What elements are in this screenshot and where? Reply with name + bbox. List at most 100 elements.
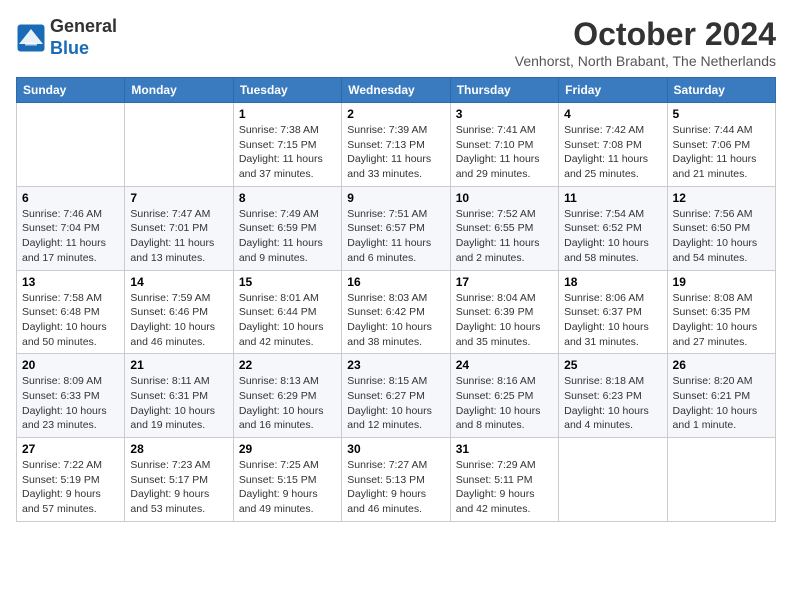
day-number: 13	[22, 275, 119, 289]
day-number: 23	[347, 358, 444, 372]
day-number: 5	[673, 107, 770, 121]
calendar-cell: 19 Sunrise: 8:08 AM Sunset: 6:35 PM Dayli…	[667, 270, 775, 354]
calendar-cell: 31 Sunrise: 7:29 AM Sunset: 5:11 PM Dayli…	[450, 438, 558, 522]
day-info: Sunrise: 7:23 AM Sunset: 5:17 PM Dayligh…	[130, 458, 227, 517]
day-number: 12	[673, 191, 770, 205]
title-block: October 2024 Venhorst, North Brabant, Th…	[515, 16, 776, 69]
day-info: Sunrise: 7:39 AM Sunset: 7:13 PM Dayligh…	[347, 123, 444, 182]
day-info: Sunrise: 7:41 AM Sunset: 7:10 PM Dayligh…	[456, 123, 553, 182]
day-info: Sunrise: 7:59 AM Sunset: 6:46 PM Dayligh…	[130, 291, 227, 350]
day-number: 19	[673, 275, 770, 289]
calendar-cell	[667, 438, 775, 522]
day-info: Sunrise: 8:20 AM Sunset: 6:21 PM Dayligh…	[673, 374, 770, 433]
day-info: Sunrise: 8:06 AM Sunset: 6:37 PM Dayligh…	[564, 291, 661, 350]
day-number: 17	[456, 275, 553, 289]
day-number: 2	[347, 107, 444, 121]
day-info: Sunrise: 8:03 AM Sunset: 6:42 PM Dayligh…	[347, 291, 444, 350]
day-number: 1	[239, 107, 336, 121]
weekday-label: Sunday	[17, 78, 125, 103]
day-info: Sunrise: 7:49 AM Sunset: 6:59 PM Dayligh…	[239, 207, 336, 266]
day-number: 18	[564, 275, 661, 289]
calendar-cell: 5 Sunrise: 7:44 AM Sunset: 7:06 PM Daylig…	[667, 103, 775, 187]
calendar-week-row: 27 Sunrise: 7:22 AM Sunset: 5:19 PM Dayli…	[17, 438, 776, 522]
day-info: Sunrise: 8:01 AM Sunset: 6:44 PM Dayligh…	[239, 291, 336, 350]
day-info: Sunrise: 7:42 AM Sunset: 7:08 PM Dayligh…	[564, 123, 661, 182]
calendar-cell: 1 Sunrise: 7:38 AM Sunset: 7:15 PM Daylig…	[233, 103, 341, 187]
calendar-body: 1 Sunrise: 7:38 AM Sunset: 7:15 PM Daylig…	[17, 103, 776, 522]
day-info: Sunrise: 7:58 AM Sunset: 6:48 PM Dayligh…	[22, 291, 119, 350]
day-info: Sunrise: 7:27 AM Sunset: 5:13 PM Dayligh…	[347, 458, 444, 517]
calendar-cell: 24Sunrise: 8:16 AM Sunset: 6:25 PM Dayli…	[450, 354, 558, 438]
calendar-cell: 11Sunrise: 7:54 AM Sunset: 6:52 PM Dayli…	[559, 186, 667, 270]
day-number: 8	[239, 191, 336, 205]
day-number: 28	[130, 442, 227, 456]
calendar-cell: 17 Sunrise: 8:04 AM Sunset: 6:39 PM Dayli…	[450, 270, 558, 354]
calendar-cell: 27 Sunrise: 7:22 AM Sunset: 5:19 PM Dayli…	[17, 438, 125, 522]
calendar-cell: 22Sunrise: 8:13 AM Sunset: 6:29 PM Dayli…	[233, 354, 341, 438]
logo-text: General Blue	[50, 16, 117, 59]
day-info: Sunrise: 7:44 AM Sunset: 7:06 PM Dayligh…	[673, 123, 770, 182]
day-info: Sunrise: 7:47 AM Sunset: 7:01 PM Dayligh…	[130, 207, 227, 266]
weekday-label: Tuesday	[233, 78, 341, 103]
calendar-cell: 23Sunrise: 8:15 AM Sunset: 6:27 PM Dayli…	[342, 354, 450, 438]
weekday-label: Wednesday	[342, 78, 450, 103]
calendar-week-row: 6Sunrise: 7:46 AM Sunset: 7:04 PM Daylig…	[17, 186, 776, 270]
subtitle: Venhorst, North Brabant, The Netherlands	[515, 53, 776, 69]
day-number: 30	[347, 442, 444, 456]
calendar-week-row: 20Sunrise: 8:09 AM Sunset: 6:33 PM Dayli…	[17, 354, 776, 438]
day-info: Sunrise: 7:22 AM Sunset: 5:19 PM Dayligh…	[22, 458, 119, 517]
day-info: Sunrise: 7:46 AM Sunset: 7:04 PM Dayligh…	[22, 207, 119, 266]
calendar-cell: 9 Sunrise: 7:51 AM Sunset: 6:57 PM Daylig…	[342, 186, 450, 270]
weekday-label: Friday	[559, 78, 667, 103]
calendar-cell: 20Sunrise: 8:09 AM Sunset: 6:33 PM Dayli…	[17, 354, 125, 438]
day-number: 31	[456, 442, 553, 456]
calendar-cell: 25 Sunrise: 8:18 AM Sunset: 6:23 PM Dayli…	[559, 354, 667, 438]
weekday-label: Thursday	[450, 78, 558, 103]
day-info: Sunrise: 7:38 AM Sunset: 7:15 PM Dayligh…	[239, 123, 336, 182]
day-number: 9	[347, 191, 444, 205]
day-number: 21	[130, 358, 227, 372]
day-number: 24	[456, 358, 553, 372]
month-title: October 2024	[515, 16, 776, 53]
day-info: Sunrise: 8:04 AM Sunset: 6:39 PM Dayligh…	[456, 291, 553, 350]
day-info: Sunrise: 8:18 AM Sunset: 6:23 PM Dayligh…	[564, 374, 661, 433]
calendar-cell: 15 Sunrise: 8:01 AM Sunset: 6:44 PM Dayli…	[233, 270, 341, 354]
day-number: 7	[130, 191, 227, 205]
day-info: Sunrise: 8:13 AM Sunset: 6:29 PM Dayligh…	[239, 374, 336, 433]
day-info: Sunrise: 7:25 AM Sunset: 5:15 PM Dayligh…	[239, 458, 336, 517]
calendar-cell: 8 Sunrise: 7:49 AM Sunset: 6:59 PM Daylig…	[233, 186, 341, 270]
calendar-cell: 10Sunrise: 7:52 AM Sunset: 6:55 PM Dayli…	[450, 186, 558, 270]
day-number: 27	[22, 442, 119, 456]
calendar-cell: 30 Sunrise: 7:27 AM Sunset: 5:13 PM Dayli…	[342, 438, 450, 522]
page-header: General Blue October 2024 Venhorst, Nort…	[16, 16, 776, 69]
calendar-week-row: 1 Sunrise: 7:38 AM Sunset: 7:15 PM Daylig…	[17, 103, 776, 187]
day-info: Sunrise: 7:29 AM Sunset: 5:11 PM Dayligh…	[456, 458, 553, 517]
calendar-cell: 29Sunrise: 7:25 AM Sunset: 5:15 PM Dayli…	[233, 438, 341, 522]
calendar-cell	[17, 103, 125, 187]
day-number: 14	[130, 275, 227, 289]
day-info: Sunrise: 8:11 AM Sunset: 6:31 PM Dayligh…	[130, 374, 227, 433]
calendar-cell: 13 Sunrise: 7:58 AM Sunset: 6:48 PM Dayli…	[17, 270, 125, 354]
calendar-table: SundayMondayTuesdayWednesdayThursdayFrid…	[16, 77, 776, 522]
day-info: Sunrise: 7:56 AM Sunset: 6:50 PM Dayligh…	[673, 207, 770, 266]
day-number: 3	[456, 107, 553, 121]
day-number: 20	[22, 358, 119, 372]
day-info: Sunrise: 7:51 AM Sunset: 6:57 PM Dayligh…	[347, 207, 444, 266]
calendar-cell	[559, 438, 667, 522]
calendar-cell: 6Sunrise: 7:46 AM Sunset: 7:04 PM Daylig…	[17, 186, 125, 270]
calendar-cell: 3 Sunrise: 7:41 AM Sunset: 7:10 PM Daylig…	[450, 103, 558, 187]
day-number: 25	[564, 358, 661, 372]
calendar-cell: 21 Sunrise: 8:11 AM Sunset: 6:31 PM Dayli…	[125, 354, 233, 438]
weekday-label: Monday	[125, 78, 233, 103]
day-number: 16	[347, 275, 444, 289]
calendar-cell: 14 Sunrise: 7:59 AM Sunset: 6:46 PM Dayli…	[125, 270, 233, 354]
day-info: Sunrise: 8:08 AM Sunset: 6:35 PM Dayligh…	[673, 291, 770, 350]
calendar-cell: 12 Sunrise: 7:56 AM Sunset: 6:50 PM Dayli…	[667, 186, 775, 270]
day-number: 4	[564, 107, 661, 121]
calendar-cell: 2 Sunrise: 7:39 AM Sunset: 7:13 PM Daylig…	[342, 103, 450, 187]
calendar-cell: 18 Sunrise: 8:06 AM Sunset: 6:37 PM Dayli…	[559, 270, 667, 354]
day-info: Sunrise: 7:52 AM Sunset: 6:55 PM Dayligh…	[456, 207, 553, 266]
day-info: Sunrise: 7:54 AM Sunset: 6:52 PM Dayligh…	[564, 207, 661, 266]
calendar-cell: 4 Sunrise: 7:42 AM Sunset: 7:08 PM Daylig…	[559, 103, 667, 187]
day-number: 15	[239, 275, 336, 289]
